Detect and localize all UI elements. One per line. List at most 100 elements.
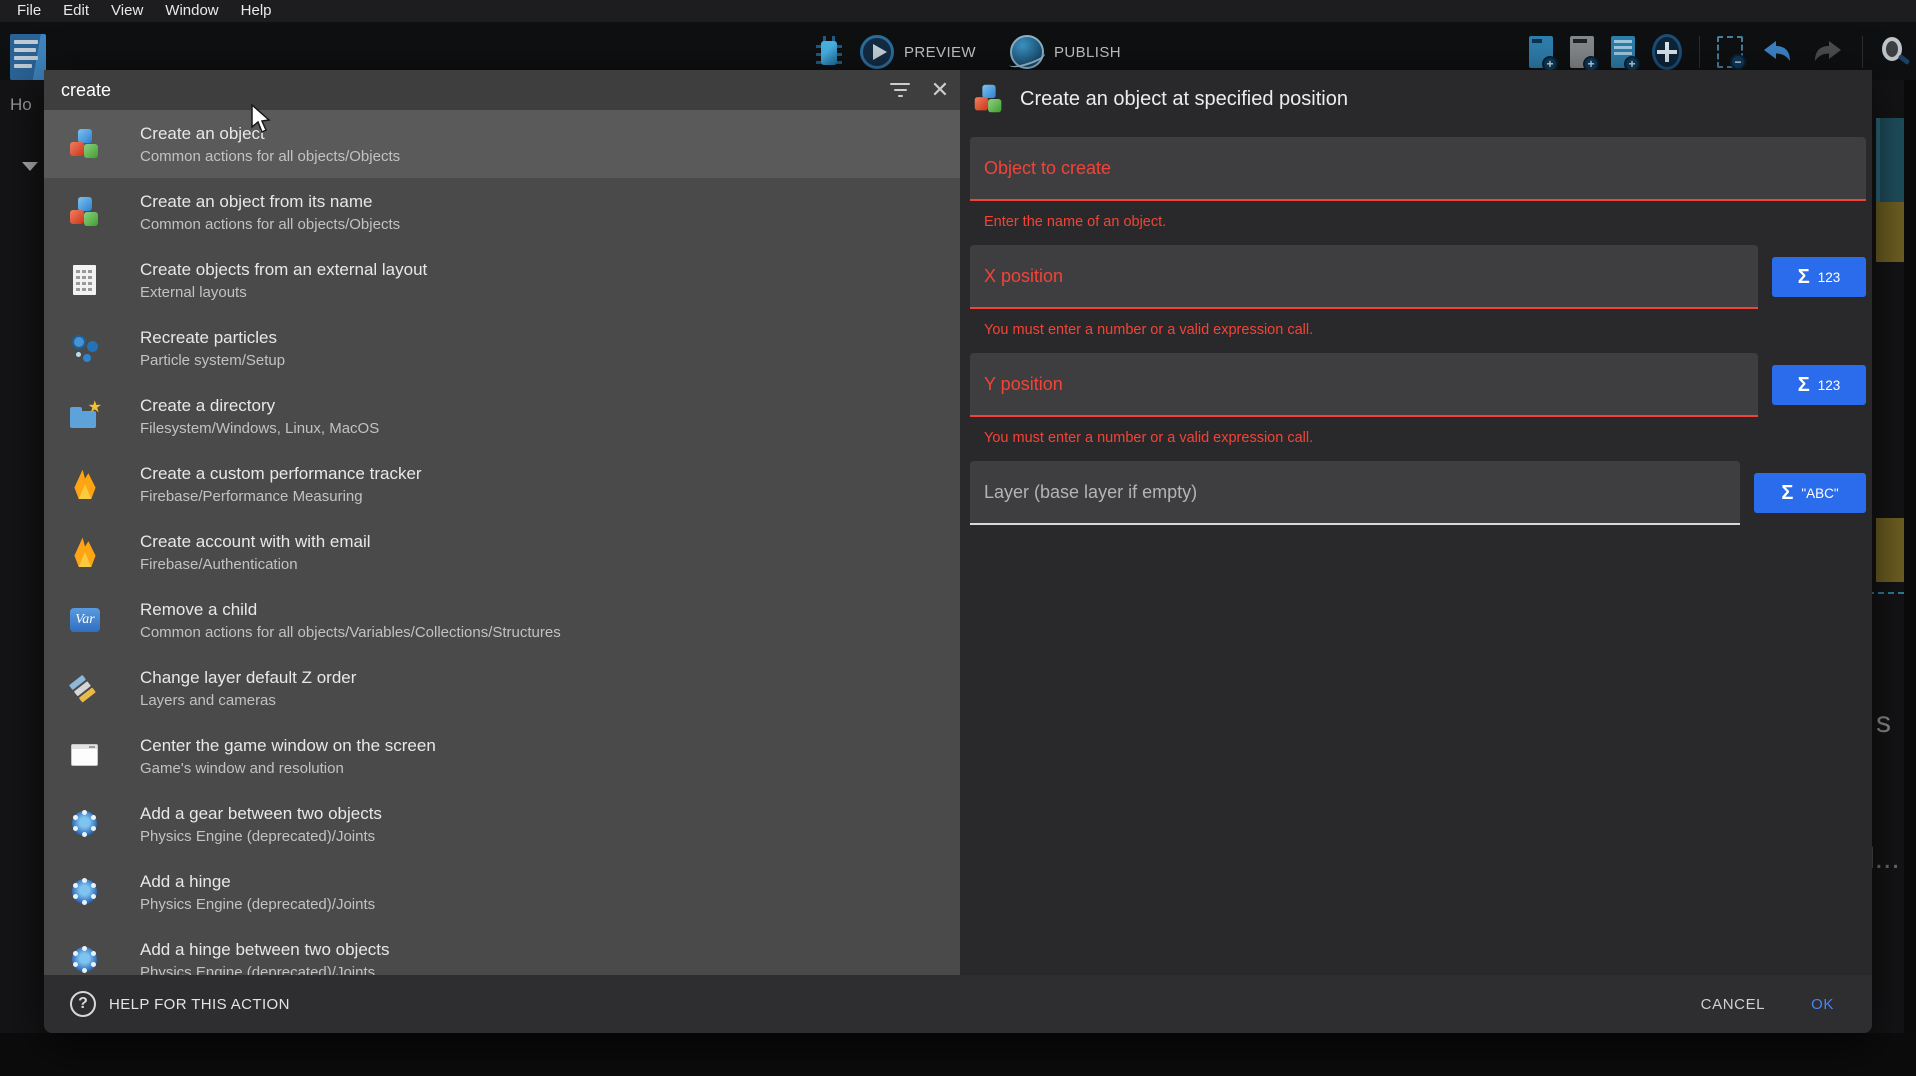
list-item-subtitle: Common actions for all objects/Variables… bbox=[140, 624, 561, 641]
list-item-title: Remove a child bbox=[140, 600, 561, 620]
layer-field[interactable] bbox=[970, 482, 1740, 503]
list-item-subtitle: Physics Engine (deprecated)/Joints bbox=[140, 896, 375, 913]
minus-badge-icon: − bbox=[1730, 54, 1746, 70]
redo-icon[interactable] bbox=[1811, 37, 1845, 67]
search-icon[interactable] bbox=[1880, 37, 1910, 67]
physics-joint-icon bbox=[70, 809, 100, 839]
debug-icon[interactable] bbox=[814, 35, 844, 69]
background-right-edge bbox=[1904, 80, 1916, 1033]
help-icon: ? bbox=[70, 991, 96, 1017]
menu-help[interactable]: Help bbox=[230, 0, 283, 22]
sigma-icon: Σ bbox=[1781, 483, 1793, 503]
filter-button[interactable] bbox=[880, 70, 920, 110]
list-item-subtitle: Common actions for all objects/Objects bbox=[140, 216, 400, 233]
game-window-icon bbox=[70, 741, 100, 771]
close-button[interactable]: ✕ bbox=[920, 70, 960, 110]
physics-joint-icon bbox=[70, 877, 100, 907]
parameters-form: Enter the name of an object. Σ 123 You m… bbox=[970, 137, 1866, 525]
undo-icon[interactable] bbox=[1760, 37, 1794, 67]
list-item[interactable]: ★ Create a directoryFilesystem/Windows, … bbox=[44, 382, 960, 450]
list-item-subtitle: Layers and cameras bbox=[140, 692, 356, 709]
layers-icon bbox=[70, 673, 100, 703]
add-scene-icon[interactable]: + bbox=[1529, 36, 1553, 68]
expression-editor-button[interactable]: Σ 123 bbox=[1772, 257, 1866, 297]
close-icon: ✕ bbox=[931, 80, 949, 100]
layer-row: Σ "ABC" bbox=[970, 461, 1866, 525]
instruction-editor-dialog: ✕ Create an objectCommon actions for all… bbox=[44, 70, 1872, 1033]
expression-button-label: "ABC" bbox=[1801, 486, 1838, 501]
background-bottom-strip bbox=[0, 1033, 1916, 1076]
list-item-title: Add a hinge between two objects bbox=[140, 940, 390, 960]
dashed-layout-icon[interactable]: − bbox=[1717, 36, 1743, 68]
expression-button-label: 123 bbox=[1818, 270, 1841, 285]
variable-var-icon: Var bbox=[70, 605, 100, 635]
help-button-label: HELP FOR THIS ACTION bbox=[109, 996, 290, 1013]
project-manager-icon[interactable] bbox=[10, 34, 46, 80]
list-item[interactable]: Var Remove a child Common actions for all… bbox=[44, 586, 960, 654]
menu-file[interactable]: File bbox=[6, 0, 52, 22]
sigma-icon: Σ bbox=[1798, 267, 1810, 287]
action-parameters-panel: Create an object at specified position E… bbox=[960, 70, 1872, 975]
help-button[interactable]: ? HELP FOR THIS ACTION bbox=[70, 991, 290, 1017]
cancel-button[interactable]: CANCEL bbox=[1701, 996, 1765, 1013]
list-item-title: Change layer default Z order bbox=[140, 668, 356, 688]
list-item-subtitle: Common actions for all objects/Objects bbox=[140, 148, 400, 165]
y-position-field[interactable] bbox=[970, 374, 1758, 395]
action-title: Create an object at specified position bbox=[1020, 88, 1348, 111]
list-item[interactable]: Add a hingePhysics Engine (deprecated)/J… bbox=[44, 858, 960, 926]
object-to-create-row bbox=[970, 137, 1866, 201]
preview-play-icon[interactable] bbox=[860, 35, 894, 69]
chevron-down-icon[interactable] bbox=[22, 162, 38, 171]
x-position-field[interactable] bbox=[970, 266, 1758, 287]
add-extension-icon[interactable] bbox=[1652, 34, 1682, 70]
x-position-row: Σ 123 bbox=[970, 245, 1866, 309]
filter-icon bbox=[890, 83, 910, 97]
list-item-title: Create a directory bbox=[140, 396, 379, 416]
scene-fragment-olive-top bbox=[1876, 202, 1904, 262]
list-item-subtitle: Particle system/Setup bbox=[140, 352, 285, 369]
object-to-create-field[interactable] bbox=[970, 158, 1866, 179]
menu-window[interactable]: Window bbox=[154, 0, 229, 22]
background-text-fragment: s bbox=[1876, 706, 1891, 740]
menu-edit[interactable]: Edit bbox=[52, 0, 100, 22]
scene-fragment-olive-bottom bbox=[1876, 518, 1904, 582]
mouse-cursor bbox=[250, 104, 274, 134]
list-item[interactable]: Create objects from an external layoutEx… bbox=[44, 246, 960, 314]
list-item-title: Center the game window on the screen bbox=[140, 736, 436, 756]
list-item[interactable]: Create a custom performance trackerFireb… bbox=[44, 450, 960, 518]
ok-button[interactable]: OK bbox=[1811, 996, 1834, 1013]
menu-view[interactable]: View bbox=[100, 0, 154, 22]
list-item[interactable]: Recreate particles Particle system/Setup bbox=[44, 314, 960, 382]
publish-globe-icon[interactable] bbox=[1010, 35, 1044, 69]
y-position-row: Σ 123 bbox=[970, 353, 1866, 417]
string-expression-editor-button[interactable]: Σ "ABC" bbox=[1754, 473, 1866, 513]
list-item[interactable]: Center the game window on the screenGame… bbox=[44, 722, 960, 790]
preview-button[interactable]: PREVIEW bbox=[904, 44, 976, 61]
list-item[interactable]: Add a gear between two objectsPhysics En… bbox=[44, 790, 960, 858]
list-item-title: Recreate particles bbox=[140, 328, 285, 348]
list-item-subtitle: Physics Engine (deprecated)/Joints bbox=[140, 828, 382, 845]
list-item[interactable]: Create an object from its name Common act… bbox=[44, 178, 960, 246]
list-item-title: Create a custom performance tracker bbox=[140, 464, 422, 484]
expression-button-label: 123 bbox=[1818, 378, 1841, 393]
toolbar-separator bbox=[1862, 36, 1863, 68]
list-item[interactable]: Change layer default Z order Layers and c… bbox=[44, 654, 960, 722]
list-item[interactable]: Add a hinge between two objects Physics E… bbox=[44, 926, 960, 975]
add-external-events-icon[interactable]: + bbox=[1570, 36, 1594, 68]
field-error-text: You must enter a number or a valid expre… bbox=[984, 430, 1866, 448]
list-item-title: Create an object from its name bbox=[140, 192, 400, 212]
search-input[interactable] bbox=[44, 80, 880, 101]
app-window: File Edit View Window Help PREVIEW PUBLI… bbox=[0, 0, 1916, 1076]
list-item-subtitle: Physics Engine (deprecated)/Joints bbox=[140, 964, 390, 976]
list-item-subtitle: Filesystem/Windows, Linux, MacOS bbox=[140, 420, 379, 437]
list-item-title: Create objects from an external layout bbox=[140, 260, 427, 280]
particles-icon bbox=[70, 333, 100, 363]
firebase-flame-icon bbox=[70, 469, 100, 499]
add-external-layout-icon[interactable]: + bbox=[1611, 36, 1635, 68]
list-item[interactable]: Create an objectCommon actions for all o… bbox=[44, 110, 960, 178]
search-bar: ✕ bbox=[44, 70, 960, 110]
expression-editor-button[interactable]: Σ 123 bbox=[1772, 365, 1866, 405]
publish-button[interactable]: PUBLISH bbox=[1054, 44, 1121, 61]
menu-bar: File Edit View Window Help bbox=[0, 0, 1916, 22]
list-item[interactable]: Create account with with emailFirebase/A… bbox=[44, 518, 960, 586]
